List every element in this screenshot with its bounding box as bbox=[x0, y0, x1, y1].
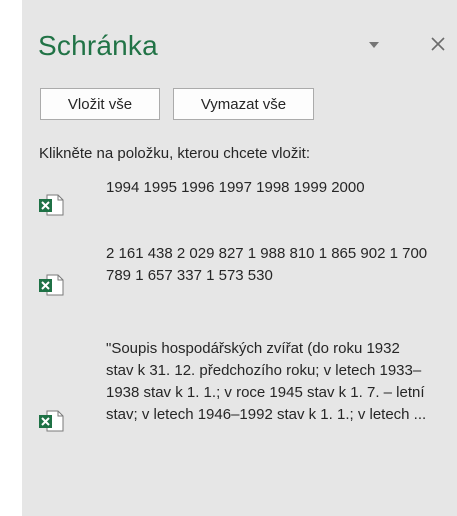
clipboard-panel: Schránka Vložit vše Vymazat vše Klikněte… bbox=[22, 0, 457, 516]
clipboard-pane: Schránka Vložit vše Vymazat vše Klikněte… bbox=[0, 0, 457, 516]
pane-title: Schránka bbox=[38, 30, 158, 61]
chevron-down-icon bbox=[369, 42, 379, 48]
excel-icon bbox=[39, 410, 64, 432]
excel-icon bbox=[39, 194, 64, 216]
paste-all-button[interactable]: Vložit vše bbox=[40, 88, 160, 120]
clipboard-item-text: 2 161 438 2 029 827 1 988 810 1 865 902 … bbox=[106, 245, 428, 284]
instruction-text: Klikněte na položku, kterou chcete vloži… bbox=[39, 145, 310, 162]
excel-icon bbox=[39, 274, 64, 296]
pane-options-button[interactable] bbox=[365, 36, 383, 54]
close-icon bbox=[431, 37, 445, 51]
clipboard-item[interactable]: "Soupis hospodářských zvířat (do roku 19… bbox=[22, 338, 457, 508]
clipboard-item[interactable]: 1994 1995 1996 1997 1998 1999 2000 bbox=[22, 176, 457, 236]
close-button[interactable] bbox=[426, 32, 450, 56]
clipboard-item-text: "Soupis hospodářských zvířat (do roku 19… bbox=[106, 340, 427, 423]
clipboard-item-text: 1994 1995 1996 1997 1998 1999 2000 bbox=[106, 179, 365, 196]
clear-all-button[interactable]: Vymazat vše bbox=[173, 88, 314, 120]
clipboard-item[interactable]: 2 161 438 2 029 827 1 988 810 1 865 902 … bbox=[22, 243, 457, 327]
